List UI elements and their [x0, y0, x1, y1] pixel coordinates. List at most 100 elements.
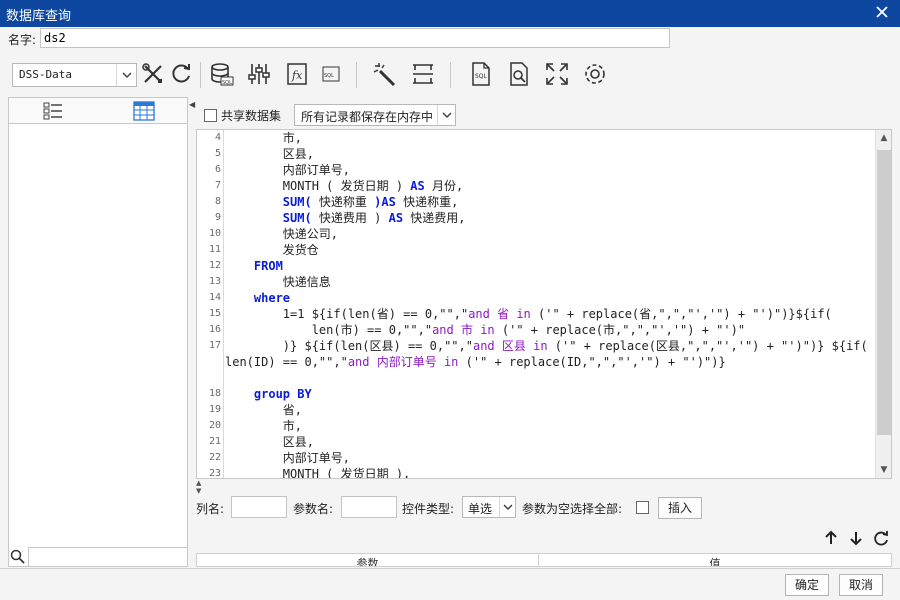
code-text: 省,	[225, 403, 303, 417]
code-line: 区县,	[225, 146, 314, 162]
sql-keyword: group BY	[253, 387, 312, 401]
code-text: 快递称重,	[395, 195, 459, 209]
toolbar-separator	[450, 62, 451, 88]
code-text: 快递信息	[225, 275, 331, 289]
share-dataset-label: 共享数据集	[221, 109, 282, 123]
line-number: 11	[208, 244, 221, 255]
chevron-down-icon	[437, 105, 455, 125]
insert-button[interactable]: 插入	[658, 497, 702, 519]
column-name-input[interactable]	[231, 496, 287, 518]
formula-fx-icon[interactable]: fx	[284, 61, 310, 87]
refresh-params-icon[interactable]	[873, 530, 889, 546]
param-name-input[interactable]	[341, 496, 397, 518]
control-type-select[interactable]: 单选	[462, 496, 516, 518]
code-line: len(市) == 0,"","and 市 in ('" + replace(市…	[225, 322, 745, 338]
param-table: 参数 值	[196, 553, 892, 567]
list-view-icon[interactable]	[42, 101, 64, 121]
code-line: 快递信息	[225, 274, 331, 290]
name-label: 名字:	[8, 33, 37, 47]
param-insert-row: 列名: 参数名: 控件类型: 单选 参数为空选择全部: 插入	[196, 496, 896, 520]
refresh-icon[interactable]	[168, 61, 194, 87]
sql-string: and 省 in	[468, 307, 531, 321]
scrollbar-thumb[interactable]	[877, 150, 891, 435]
code-text: 市,	[225, 131, 303, 145]
fullscreen-icon[interactable]	[544, 61, 570, 87]
split-rows-icon[interactable]	[410, 61, 436, 87]
name-input[interactable]	[40, 28, 670, 48]
datasource-value: DSS-Data	[19, 68, 72, 81]
sql-string: and 区县 in	[472, 339, 548, 353]
line-number: 20	[208, 420, 221, 431]
editor-scrollbar[interactable]: ▲ ▼	[875, 130, 891, 478]
chevron-down-icon	[116, 64, 136, 86]
code-line: where	[225, 290, 290, 306]
gear-icon[interactable]	[582, 61, 608, 87]
table-view-icon[interactable]	[133, 101, 155, 121]
collapse-left-icon[interactable]: ◀	[189, 100, 195, 109]
line-number: 4	[214, 132, 221, 143]
sql-keyword: AS	[388, 211, 404, 225]
code-line: group BY	[225, 386, 312, 402]
line-number: 7	[214, 180, 221, 191]
line-number: 14	[208, 292, 221, 303]
database-sql-icon[interactable]: SQL	[208, 61, 234, 87]
line-number: 10	[208, 228, 221, 239]
sliders-icon[interactable]	[246, 61, 272, 87]
code-line: 市,	[225, 418, 302, 434]
memory-mode-select[interactable]: 所有记录都保存在内存中	[294, 104, 456, 126]
search-input[interactable]	[28, 547, 188, 567]
scroll-down-icon[interactable]: ▼	[876, 462, 891, 478]
share-dataset-checkbox[interactable]	[204, 109, 217, 122]
preview-icon[interactable]	[506, 61, 532, 87]
scroll-up-icon[interactable]: ▲	[876, 130, 891, 146]
cancel-button[interactable]: 取消	[839, 574, 883, 596]
code-text: ('" + replace(区县,",","','") + "')")} ${i…	[547, 339, 868, 353]
ok-button[interactable]: 确定	[785, 574, 829, 596]
code-text: 快递称重	[311, 195, 375, 209]
line-number: 8	[214, 196, 221, 207]
code-text: 月份,	[424, 179, 464, 193]
move-down-icon[interactable]	[848, 530, 864, 546]
code-text: 区县,	[225, 435, 315, 449]
window-title: 数据库查询	[6, 9, 72, 24]
code-text: )} ${if(len(区县) == 0,"","	[225, 339, 473, 353]
sql-string: and 内部订单号 in	[347, 355, 459, 369]
svg-text:SQL: SQL	[222, 80, 232, 86]
code-text: MONTH ( 发货日期 )	[225, 179, 411, 193]
tools-icon[interactable]	[140, 61, 166, 87]
code-text: 1=1 ${if(len(省) == 0,"","	[225, 307, 469, 321]
line-number: 17	[208, 340, 221, 351]
svg-text:SQL: SQL	[324, 73, 334, 79]
param-name-label: 参数名:	[293, 502, 334, 516]
line-number: 18	[208, 388, 221, 399]
sql-editor[interactable]: 4 市, 5 区县, 6 内部订单号, 7 MONTH ( 发货日期 ) AS 月份,…	[196, 129, 892, 479]
empty-select-all-label: 参数为空选择全部:	[522, 502, 623, 516]
code-line: 发货仓	[225, 242, 319, 258]
code-text: MONTH ( 发货日期 ),	[225, 467, 411, 479]
close-icon[interactable]	[874, 4, 890, 20]
sql-string: and 市 in	[432, 323, 495, 337]
name-row: 名字:	[0, 27, 900, 51]
memory-mode-value: 所有记录都保存在内存中	[301, 110, 434, 124]
sql-file-icon[interactable]: SQL	[468, 61, 494, 87]
datasource-select[interactable]: DSS-Data	[12, 63, 137, 87]
code-line: FROM	[225, 258, 283, 274]
line-number: 22	[208, 452, 221, 463]
splitter-arrows-icon[interactable]: ▲ ▼	[196, 479, 201, 495]
code-text: len(市) == 0,"","	[225, 323, 433, 337]
sql-keyword: SUM(	[282, 195, 312, 209]
sql-doc-icon[interactable]: SQL	[318, 61, 344, 87]
svg-text:SQL: SQL	[475, 73, 488, 80]
empty-select-all-checkbox[interactable]	[636, 501, 649, 514]
line-number: 19	[208, 404, 221, 415]
search-icon	[10, 549, 25, 564]
wand-icon[interactable]	[372, 61, 398, 87]
code-text: ('" + replace(ID,",","','") + "')")}	[458, 355, 726, 369]
move-up-icon[interactable]	[823, 530, 839, 546]
code-text: 区县,	[225, 147, 315, 161]
sql-keyword: FROM	[253, 259, 283, 273]
